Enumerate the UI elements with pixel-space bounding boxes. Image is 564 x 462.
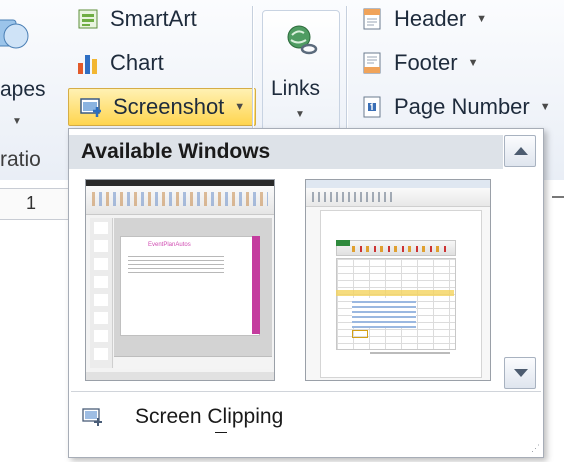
ppt-slide-body xyxy=(128,256,224,274)
screenshot-icon xyxy=(79,95,103,119)
page-number-button[interactable]: Page Number ▼ xyxy=(360,94,551,120)
screenshot-button[interactable]: Screenshot ▼ xyxy=(68,88,257,126)
page-number-label: Page Number xyxy=(394,94,530,119)
chart-button[interactable]: Chart xyxy=(76,50,164,76)
chevron-down-icon: ▼ xyxy=(476,13,488,25)
resize-grip-icon[interactable]: ⋰ xyxy=(531,443,540,454)
footer-button[interactable]: Footer ▼ xyxy=(360,50,478,76)
excel-title-bar xyxy=(306,180,490,188)
excel-caption-line xyxy=(370,352,450,354)
chevron-down-icon: ▼ xyxy=(234,101,246,113)
links-label: Links xyxy=(271,77,321,100)
header-label: Header xyxy=(394,6,467,31)
clipping-accelerator-underline xyxy=(215,432,227,433)
ruler-tick xyxy=(552,196,564,198)
shapes-dropdown-arrow[interactable]: ▼ xyxy=(12,116,22,127)
screen-clipping-icon xyxy=(81,405,105,435)
gallery-divider xyxy=(71,391,541,392)
chevron-up-icon xyxy=(514,147,528,155)
screen-clipping-button[interactable]: Screen Clipping xyxy=(69,393,539,443)
chevron-down-icon: ▼ xyxy=(467,57,479,69)
ppt-slide xyxy=(120,236,260,336)
scroll-up-button[interactable] xyxy=(504,135,536,167)
ruler-mark: 1 xyxy=(26,193,37,213)
available-windows-heading: Available Windows xyxy=(69,135,503,169)
illustrations-group-label: ratio xyxy=(0,148,41,171)
smartart-button[interactable]: SmartArt xyxy=(76,6,197,32)
ppt-slide-title: EventPlanAutos xyxy=(148,242,191,248)
footer-icon xyxy=(360,51,384,75)
shapes-button-label[interactable]: apes xyxy=(0,78,46,102)
excel-toolbar-icons xyxy=(312,192,392,202)
shapes-icon[interactable] xyxy=(0,14,32,56)
ppt-ribbon-icons xyxy=(92,192,268,206)
excel-ribbon-tab xyxy=(336,240,350,246)
horizontal-ruler: 1 xyxy=(0,188,70,220)
screenshot-label: Screenshot xyxy=(113,94,225,119)
chart-icon xyxy=(76,51,100,75)
window-thumbnail-excel[interactable] xyxy=(305,179,491,381)
chart-label: Chart xyxy=(110,50,164,75)
header-button[interactable]: Header ▼ xyxy=(360,6,487,32)
excel-data-block xyxy=(352,298,416,328)
window-thumbnail-powerpoint[interactable]: EventPlanAutos xyxy=(85,179,275,381)
ppt-slide-thumbs xyxy=(94,222,108,362)
ppt-slide-accent xyxy=(252,236,260,334)
page-number-icon xyxy=(360,95,384,119)
chevron-down-icon: ▼ xyxy=(295,109,305,120)
links-button[interactable]: Links ▼ xyxy=(262,10,340,132)
header-icon xyxy=(360,7,384,31)
gallery-scrollbar[interactable] xyxy=(504,135,538,389)
ppt-status-bar xyxy=(86,372,274,380)
excel-ribbon-icons xyxy=(352,246,450,252)
chevron-down-icon: ▼ xyxy=(539,101,551,113)
chevron-down-icon xyxy=(514,369,528,377)
excel-selected-cell xyxy=(352,330,368,338)
screen-clipping-label: Screen Clipping xyxy=(135,405,284,428)
ppt-notes xyxy=(114,356,272,369)
smartart-icon xyxy=(76,7,100,31)
links-icon xyxy=(284,23,318,62)
footer-label: Footer xyxy=(394,50,458,75)
scroll-down-button[interactable] xyxy=(504,357,536,389)
screenshot-dropdown: Available Windows EventPlanAutos Screen … xyxy=(68,128,544,458)
excel-header-row xyxy=(336,290,454,296)
smartart-label: SmartArt xyxy=(110,6,197,31)
